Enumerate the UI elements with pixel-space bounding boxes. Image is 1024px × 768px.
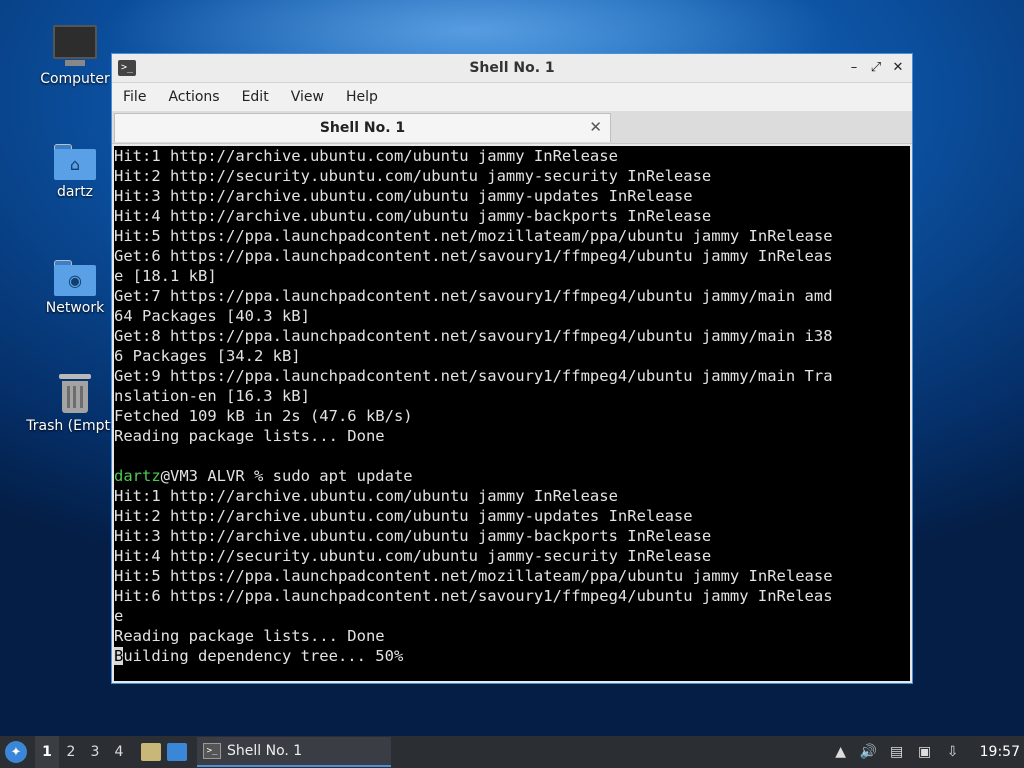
terminal-line: Get:6 https://ppa.launchpadcontent.net/s… — [114, 247, 833, 265]
terminal-line: Building dependency tree... 50% — [114, 646, 910, 666]
minimize-icon[interactable]: – — [846, 60, 862, 76]
terminal-output[interactable]: Hit:1 http://archive.ubuntu.com/ubuntu j… — [114, 146, 910, 681]
terminal-line: Hit:2 http://archive.ubuntu.com/ubuntu j… — [114, 507, 693, 525]
terminal-line: Fetched 109 kB in 2s (47.6 kB/s) — [114, 407, 413, 425]
terminal-text: Hit:1 http://archive.ubuntu.com/ubuntu j… — [114, 146, 910, 666]
computer-icon — [53, 25, 97, 66]
close-icon[interactable]: ✕ — [890, 60, 906, 76]
trash-icon — [57, 374, 93, 414]
clock[interactable]: 19:57 — [980, 744, 1020, 760]
menu-actions[interactable]: Actions — [157, 83, 230, 111]
terminal-line: Hit:2 http://security.ubuntu.com/ubuntu … — [114, 167, 712, 185]
menu-edit[interactable]: Edit — [231, 83, 280, 111]
menubar: File Actions Edit View Help — [112, 83, 912, 111]
show-desktop-icon[interactable] — [167, 743, 187, 761]
tab-shell-1[interactable]: Shell No. 1 ✕ — [114, 113, 611, 142]
volume-icon[interactable]: 🔊 — [860, 743, 878, 761]
tab-label: Shell No. 1 — [319, 120, 406, 136]
menu-help[interactable]: Help — [335, 83, 389, 111]
terminal-line: 64 Packages [40.3 kB] — [114, 307, 310, 325]
home-folder-icon: ⌂ — [54, 144, 96, 180]
terminal-line: Get:9 https://ppa.launchpadcontent.net/s… — [114, 367, 833, 385]
maximize-icon[interactable]: ⤢ — [868, 60, 884, 76]
workspace-3[interactable]: 3 — [83, 736, 107, 768]
start-menu-icon[interactable]: ✦ — [5, 741, 27, 763]
prompt-command: @VM3 ALVR % sudo apt update — [160, 467, 413, 485]
prompt-user: dartz — [114, 467, 161, 485]
terminal-line: Hit:4 http://security.ubuntu.com/ubuntu … — [114, 547, 712, 565]
terminal-line: Reading package lists... Done — [114, 627, 385, 645]
menu-view[interactable]: View — [280, 83, 335, 111]
network-icon[interactable]: ▣ — [916, 743, 934, 761]
desktop-icon-home[interactable]: ⌂ dartz — [25, 144, 125, 200]
terminal-line: Get:7 https://ppa.launchpadcontent.net/s… — [114, 287, 833, 305]
terminal-window: >_ Shell No. 1 – ⤢ ✕ File Actions Edit V… — [111, 53, 913, 684]
terminal-line: e — [114, 607, 124, 625]
terminal-line: Hit:4 http://archive.ubuntu.com/ubuntu j… — [114, 207, 712, 225]
terminal-line: 6 Packages [34.2 kB] — [114, 347, 301, 365]
terminal-line: Get:8 https://ppa.launchpadcontent.net/s… — [114, 327, 833, 345]
text-cursor: B — [114, 647, 124, 665]
terminal-line: dartz@VM3 ALVR % sudo apt update — [114, 466, 910, 486]
taskbar: ✦ 1 2 3 4 >_ Shell No. 1 ▲ 🔊 ▤ ▣ ⇩ 19:57 — [0, 736, 1024, 768]
task-label: Shell No. 1 — [227, 743, 303, 759]
terminal-line: Hit:6 https://ppa.launchpadcontent.net/s… — [114, 587, 833, 605]
desktop-icon-label: Computer — [40, 71, 110, 87]
desktop-icon-label: Trash (Empty) — [26, 418, 124, 434]
tab-bar: Shell No. 1 ✕ — [112, 111, 912, 144]
terminal-line: Hit:5 https://ppa.launchpadcontent.net/m… — [114, 227, 833, 245]
workspace-4[interactable]: 4 — [107, 736, 131, 768]
desktop-icon-label: dartz — [56, 184, 94, 200]
desktop-icon-label: Network — [45, 300, 105, 316]
desktop-icon-computer[interactable]: Computer — [25, 25, 125, 87]
terminal-line: e [18.1 kB] — [114, 267, 217, 285]
desktop-icon-network[interactable]: ◉ Network — [25, 260, 125, 316]
network-folder-icon: ◉ — [54, 260, 96, 296]
desktop-icon-trash[interactable]: Trash (Empty) — [25, 374, 125, 434]
tray-up-arrow-icon[interactable]: ▲ — [832, 743, 850, 761]
terminal-line: Hit:3 http://archive.ubuntu.com/ubuntu j… — [114, 187, 693, 205]
terminal-line: Reading package lists... Done — [114, 427, 385, 445]
tab-close-icon[interactable]: ✕ — [589, 118, 602, 136]
taskbar-task-shell[interactable]: >_ Shell No. 1 — [197, 737, 391, 767]
clipboard-icon[interactable]: ▤ — [888, 743, 906, 761]
terminal-line: Hit:3 http://archive.ubuntu.com/ubuntu j… — [114, 527, 712, 545]
system-tray: ▲ 🔊 ▤ ▣ ⇩ 19:57 — [832, 743, 1020, 761]
update-notifier-icon[interactable]: ⇩ — [944, 743, 962, 761]
terminal-line: Hit:1 http://archive.ubuntu.com/ubuntu j… — [114, 487, 618, 505]
workspace-2[interactable]: 2 — [59, 736, 83, 768]
window-titlebar[interactable]: >_ Shell No. 1 – ⤢ ✕ — [112, 54, 912, 83]
progress-text: uilding dependency tree... 50% — [123, 647, 404, 665]
menu-file[interactable]: File — [112, 83, 157, 111]
terminal-line: Hit:5 https://ppa.launchpadcontent.net/m… — [114, 567, 833, 585]
terminal-line: nslation-en [16.3 kB] — [114, 387, 310, 405]
terminal-line: Hit:1 http://archive.ubuntu.com/ubuntu j… — [114, 147, 618, 165]
workspace-1[interactable]: 1 — [35, 736, 59, 768]
file-manager-icon[interactable] — [141, 743, 161, 761]
terminal-task-icon: >_ — [203, 743, 221, 759]
window-title: Shell No. 1 — [469, 60, 555, 76]
